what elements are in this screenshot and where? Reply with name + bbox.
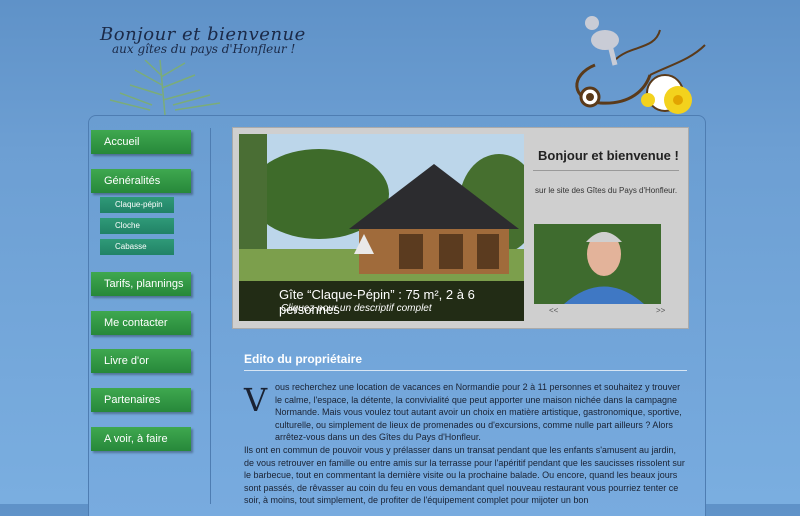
edito-divider: [244, 370, 687, 371]
header: Bonjour et bienvenue aux gîtes du pays d…: [0, 0, 800, 115]
slider-next-button[interactable]: >>: [656, 306, 665, 315]
bird-flower-decoration-icon: [575, 16, 706, 114]
heading-divider: [533, 170, 679, 171]
nav-livre-or[interactable]: Livre d'or: [91, 349, 191, 373]
nav-tarifs[interactable]: Tarifs, plannings: [91, 272, 191, 296]
photo-caption: Gîte “Claque-Pépin” : 75 m², 2 à 6 perso…: [239, 281, 524, 321]
slider-heading: Bonjour et bienvenue !: [538, 148, 679, 163]
person-image-icon: [534, 224, 661, 304]
edito-title: Edito du propriétaire: [244, 352, 363, 366]
drop-cap: V: [244, 381, 268, 419]
welcome-subtitle: aux gîtes du pays d'Honfleur !: [112, 42, 296, 56]
nav-sub-cloche[interactable]: Cloche: [100, 218, 174, 234]
caption-link[interactable]: Cliquez pour un descriptif complet: [281, 303, 432, 314]
edito-paragraph-1: ous recherchez une location de vacances …: [275, 382, 682, 442]
nav-accueil[interactable]: Accueil: [91, 130, 191, 154]
slider-prev-button[interactable]: <<: [549, 306, 558, 315]
nav-generalites[interactable]: Généralités: [91, 169, 191, 193]
featured-slider: Gîte “Claque-Pépin” : 75 m², 2 à 6 perso…: [232, 127, 689, 329]
nav-sub-claque-pepin[interactable]: Claque-pépin: [100, 197, 174, 213]
nav-a-voir[interactable]: A voir, à faire: [91, 427, 191, 451]
nav-partenaires[interactable]: Partenaires: [91, 388, 191, 412]
edito-paragraph-2: Ils ont en commun de pouvoir vous y prél…: [244, 445, 685, 505]
column-divider: [210, 128, 211, 504]
gite-photo[interactable]: Gîte “Claque-Pépin” : 75 m², 2 à 6 perso…: [239, 134, 524, 321]
slider-text: sur le site des Gîtes du Pays d'Honfleur…: [535, 186, 678, 195]
nav-contact[interactable]: Me contacter: [91, 311, 191, 335]
nav-sub-cabasse[interactable]: Cabasse: [100, 239, 174, 255]
owner-portrait: [534, 224, 661, 304]
fern-decoration-icon: [109, 59, 221, 115]
